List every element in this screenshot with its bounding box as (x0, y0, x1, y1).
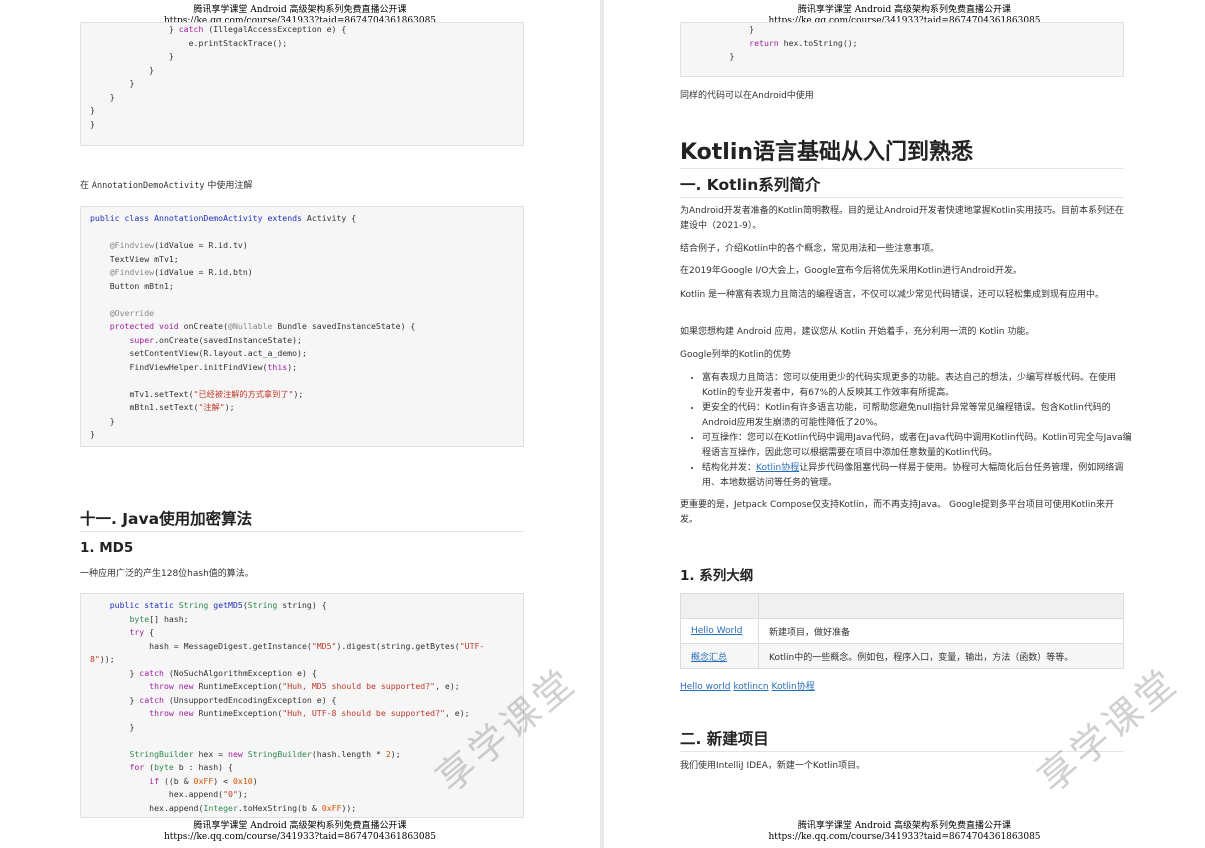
same-code-note: 同样的代码可以在Android中使用 (680, 91, 814, 101)
page-footer: 腾讯享学课堂 Android 高级架构系列免费直播公开课 https://ke.… (604, 821, 1205, 843)
paragraph-google-io: 在2019年Google I/O大会上，Google宣布今后将优先采用Kotli… (680, 266, 1023, 276)
footer-line-2: https://ke.qq.com/course/341933?taid=867… (768, 832, 1041, 842)
document-page-right: 腾讯享学课堂 Android 高级架构系列免费直播公开课 https://ke.… (604, 0, 1205, 848)
heading-md5: 1. MD5 (80, 540, 134, 556)
kotlin-coroutines-link[interactable]: Kotlin协程 (756, 463, 799, 473)
paragraph-intro: 为Android开发者准备的Kotlin简明教程。目的是让Android开发者快… (680, 206, 1124, 231)
paragraph-advantages: Google列举的Kotlin的优势 (680, 350, 791, 360)
related-links: Hello world kotlincn Kotlin协程 (680, 680, 815, 695)
list-item: 富有表现力且简洁：您可以使用更少的代码实现更多的功能。表达自己的想法，少编写样板… (702, 371, 1140, 401)
heading-java-encryption: 十一. Java使用加密算法 (80, 507, 524, 532)
advantages-list: 富有表现力且简洁：您可以使用更少的代码实现更多的功能。表达自己的想法，少编写样板… (684, 371, 1140, 491)
list-item: 结构化并发：Kotlin协程让异步代码像阻塞代码一样易于使用。协程可大幅简化后台… (702, 461, 1140, 491)
heading-series-outline: 1. 系列大纲 (680, 568, 754, 584)
hello-world-link[interactable]: Hello World (691, 626, 742, 636)
footer-line-2: https://ke.qq.com/course/341933?taid=867… (163, 832, 437, 842)
link-hello-world[interactable]: Hello world (680, 682, 730, 692)
heading-kotlin-intro: 一. Kotlin系列简介 (680, 173, 1124, 198)
code-block-md5-end: } return hex.toString(); } (680, 22, 1124, 77)
paragraph-jetpack-compose: 更重要的是，Jetpack Compose仅支持Kotlin，而不再支持Java… (680, 500, 1114, 525)
list-item: 可互操作：您可以在Kotlin代码中调用Java代码，或者在Java代码中调用K… (702, 431, 1140, 461)
annotation-usage-intro: 在 AnnotationDemoActivity 中使用注解 (80, 181, 253, 191)
table-header-row (680, 593, 1124, 619)
page-footer: 腾讯享学课堂 Android 高级架构系列免费直播公开课 https://ke.… (0, 821, 600, 843)
table-cell: 新建项目，做好准备 (758, 618, 1124, 644)
outline-table: Hello World 新建项目，做好准备 概念汇总 Kotlin中的一些概念。… (680, 593, 1124, 669)
paragraph-kotlin-language: Kotlin 是一种富有表现力且简洁的编程语言，不仅可以减少常见代码错误，还可以… (680, 290, 1105, 300)
code-block-reflection-end: } catch (IllegalAccessException e) { e.p… (80, 22, 524, 146)
paragraph-examples: 结合例子，介绍Kotlin中的各个概念，常见用法和一些注意事项。 (680, 244, 940, 254)
table-cell: Kotlin中的一些概念。例如包，程序入口，变量，输出，方法（函数）等等。 (758, 643, 1124, 669)
footer-line-1: 腾讯享学课堂 Android 高级架构系列免费直播公开课 (797, 821, 1012, 831)
link-kotlin-coroutines[interactable]: Kotlin协程 (772, 682, 815, 692)
paragraph-build-android: 如果您想构建 Android 应用，建议您从 Kotlin 开始着手，充分利用一… (680, 327, 1035, 337)
concepts-link[interactable]: 概念汇总 (691, 653, 727, 663)
link-kotlincn[interactable]: kotlincn (733, 682, 768, 692)
header-line-1: 腾讯享学课堂 Android 高级架构系列免费直播公开课 (797, 5, 1012, 15)
article-title: Kotlin语言基础从入门到熟悉 (680, 134, 1124, 169)
table-row: Hello World 新建项目，做好准备 (680, 618, 1124, 644)
code-block-annotation-activity: public class AnnotationDemoActivity exte… (80, 206, 524, 447)
list-item: 更安全的代码：Kotlin有许多语言功能，可帮助您避免null指针异常等常见编程… (702, 401, 1140, 431)
document-page-left: 腾讯享学课堂 Android 高级架构系列免费直播公开课 https://ke.… (0, 0, 600, 848)
header-line-1: 腾讯享学课堂 Android 高级架构系列免费直播公开课 (193, 5, 407, 15)
table-row: 概念汇总 Kotlin中的一些概念。例如包，程序入口，变量，输出，方法（函数）等… (680, 643, 1124, 669)
footer-line-1: 腾讯享学课堂 Android 高级架构系列免费直播公开课 (193, 821, 407, 831)
md5-description: 一种应用广泛的产生128位hash值的算法。 (80, 569, 254, 579)
inline-code-activity: AnnotationDemoActivity (91, 181, 205, 191)
